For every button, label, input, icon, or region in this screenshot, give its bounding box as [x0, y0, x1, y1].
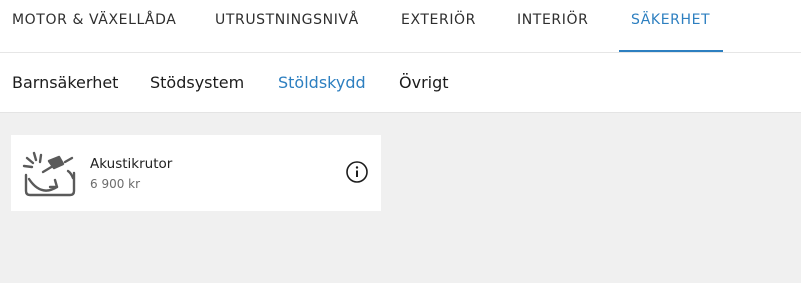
tab-exterior[interactable]: EXTERIÖR [401, 0, 476, 52]
option-price: 6 900 kr [90, 177, 141, 191]
tab-motor-vaxellada[interactable]: MOTOR & VÄXELLÅDA [12, 0, 176, 52]
tab-utrustningsniva[interactable]: UTRUSTNINGSNIVÅ [215, 0, 359, 52]
sub-tab-bar: Barnsäkerhet Stödsystem Stöldskydd Övrig… [0, 53, 801, 113]
subtab-stodsystem[interactable]: Stödsystem [150, 53, 244, 112]
active-tab-indicator [619, 50, 723, 52]
tab-sakerhet[interactable]: SÄKERHET [631, 0, 710, 52]
option-title: Akustikrutor [90, 156, 173, 172]
top-tab-bar: MOTOR & VÄXELLÅDA UTRUSTNINGSNIVÅ EXTERI… [0, 0, 801, 53]
subtab-ovrigt[interactable]: Övrigt [399, 53, 449, 112]
acoustic-glass-icon [21, 149, 81, 199]
subtab-stoldskydd[interactable]: Stöldskydd [278, 53, 366, 112]
subtab-barnsakerhet[interactable]: Barnsäkerhet [12, 53, 118, 112]
info-icon[interactable] [346, 161, 368, 183]
tab-interior[interactable]: INTERIÖR [517, 0, 588, 52]
option-card-akustikrutor[interactable]: Akustikrutor 6 900 kr [11, 135, 381, 211]
